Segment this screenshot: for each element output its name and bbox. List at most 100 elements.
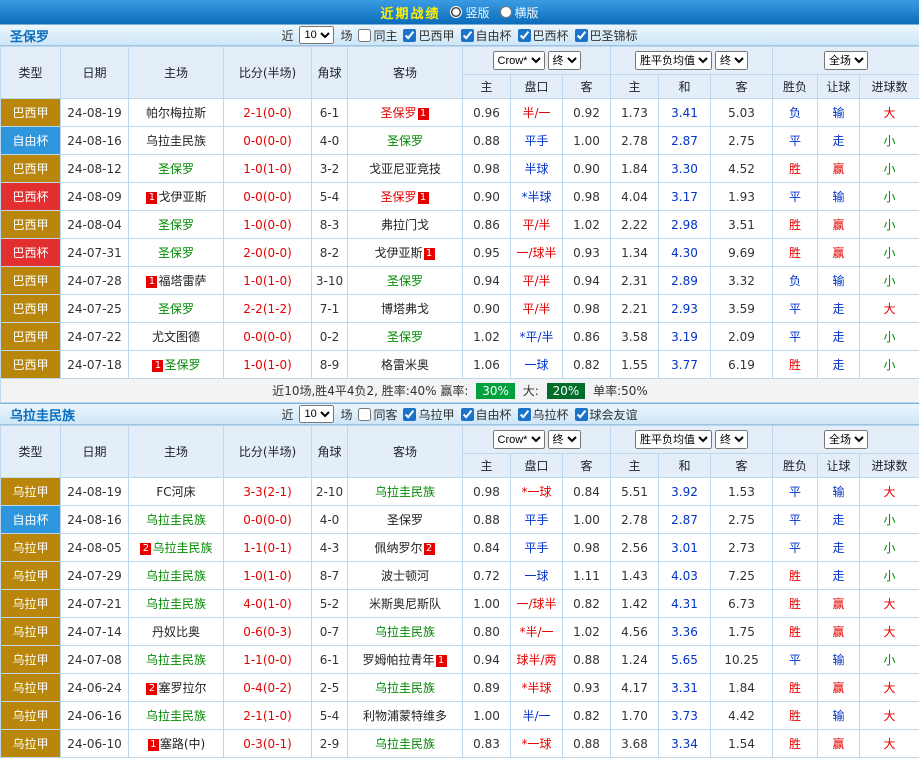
away-team-cell[interactable]: 圣保罗1 — [348, 183, 463, 211]
team-name[interactable]: 帕尔梅拉斯 — [146, 106, 206, 120]
avg-select[interactable]: 胜平负均值 — [635, 51, 712, 70]
final-select-1[interactable]: 终 — [548, 430, 581, 449]
team-name[interactable]: 圣保罗 — [387, 274, 423, 288]
comp-checkbox-2[interactable] — [461, 29, 474, 42]
team-name[interactable]: 米斯奥尼斯队 — [369, 597, 441, 611]
comp-checkbox-4[interactable] — [575, 29, 588, 42]
away-team-cell[interactable]: 博塔弗戈 — [348, 295, 463, 323]
away-team-cell[interactable]: 格雷米奥 — [348, 351, 463, 379]
away-team-cell[interactable]: 佩纳罗尔2 — [348, 534, 463, 562]
home-team-cell[interactable]: 尤文图德 — [129, 323, 224, 351]
comp-checkbox-1[interactable] — [403, 29, 416, 42]
home-team-cell[interactable]: 圣保罗 — [129, 239, 224, 267]
away-team-cell[interactable]: 乌拉圭民族 — [348, 730, 463, 758]
team-name[interactable]: 丹奴比奥 — [152, 625, 200, 639]
team-name[interactable]: 塞罗拉尔 — [158, 681, 206, 695]
score-cell[interactable]: 1-0(1-0) — [224, 351, 312, 379]
comp-filter-2[interactable]: 自由杯 — [461, 27, 512, 44]
avg-select[interactable]: 胜平负均值 — [635, 430, 712, 449]
team-name[interactable]: 圣保罗 — [387, 513, 423, 527]
team-name[interactable]: 福塔雷萨 — [158, 274, 206, 288]
comp-filter-1[interactable]: 乌拉甲 — [403, 406, 454, 423]
team-name[interactable]: 利物浦蒙特维多 — [363, 709, 447, 723]
home-team-cell[interactable]: 乌拉圭民族 — [129, 646, 224, 674]
final-select-2[interactable]: 终 — [715, 430, 748, 449]
scope-select[interactable]: 全场 — [824, 430, 868, 449]
home-team-cell[interactable]: 2乌拉圭民族 — [129, 534, 224, 562]
team-name[interactable]: 乌拉圭民族 — [146, 653, 206, 667]
away-team-cell[interactable]: 圣保罗 — [348, 127, 463, 155]
team-name[interactable]: 乌拉圭民族 — [146, 709, 206, 723]
same-venue-filter[interactable]: 同客 — [358, 406, 397, 423]
layout-option-vertical[interactable]: 竖版 — [450, 4, 489, 21]
score-cell[interactable]: 1-0(1-0) — [224, 267, 312, 295]
score-cell[interactable]: 1-1(0-1) — [224, 534, 312, 562]
team-name[interactable]: 乌拉圭民族 — [146, 569, 206, 583]
comp-filter-1[interactable]: 巴西甲 — [403, 27, 454, 44]
team-name[interactable]: 戈伊亚斯 — [374, 246, 422, 260]
same-venue-filter[interactable]: 同主 — [358, 27, 397, 44]
comp-filter-2[interactable]: 自由杯 — [461, 406, 512, 423]
score-cell[interactable]: 1-1(0-0) — [224, 646, 312, 674]
team-name[interactable]: 圣保罗 — [380, 106, 416, 120]
score-cell[interactable]: 4-0(1-0) — [224, 590, 312, 618]
team-name[interactable]: 圣保罗 — [158, 302, 194, 316]
home-team-cell[interactable]: 1圣保罗 — [129, 351, 224, 379]
score-cell[interactable]: 0-6(0-3) — [224, 618, 312, 646]
score-cell[interactable]: 0-0(0-0) — [224, 127, 312, 155]
odds-company-select[interactable]: Crow* — [493, 430, 545, 449]
team-name[interactable]: 乌拉圭民族 — [375, 681, 435, 695]
home-team-cell[interactable]: 1福塔雷萨 — [129, 267, 224, 295]
away-team-cell[interactable]: 波士顿河 — [348, 562, 463, 590]
home-team-cell[interactable]: 乌拉圭民族 — [129, 127, 224, 155]
layout-option-horizontal[interactable]: 横版 — [500, 4, 539, 21]
team-name[interactable]: 乌拉圭民族 — [375, 485, 435, 499]
same-venue-checkbox[interactable] — [358, 408, 371, 421]
team-name[interactable]: 乌拉圭民族 — [152, 541, 212, 555]
home-team-cell[interactable]: FC河床 — [129, 478, 224, 506]
team-name[interactable]: FC河床 — [156, 485, 195, 499]
team-name[interactable]: 圣保罗 — [387, 134, 423, 148]
comp-filter-3[interactable]: 乌拉杯 — [518, 406, 569, 423]
away-team-cell[interactable]: 弗拉门戈 — [348, 211, 463, 239]
comp-filter-4[interactable]: 球会友谊 — [575, 406, 638, 423]
home-team-cell[interactable]: 圣保罗 — [129, 211, 224, 239]
score-cell[interactable]: 0-0(0-0) — [224, 506, 312, 534]
away-team-cell[interactable]: 圣保罗 — [348, 323, 463, 351]
comp-filter-3[interactable]: 巴西杯 — [518, 27, 569, 44]
comp-filter-4[interactable]: 巴圣锦标 — [575, 27, 638, 44]
team-name[interactable]: 乌拉圭民族 — [146, 597, 206, 611]
team-name[interactable]: 圣保罗 — [164, 358, 200, 372]
team-name[interactable]: 格雷米奥 — [381, 358, 429, 372]
away-team-cell[interactable]: 戈伊亚斯1 — [348, 239, 463, 267]
team-name[interactable]: 弗拉门戈 — [381, 218, 429, 232]
comp-checkbox-4[interactable] — [575, 408, 588, 421]
score-cell[interactable]: 1-0(1-0) — [224, 562, 312, 590]
team-name[interactable]: 圣保罗 — [158, 218, 194, 232]
horizontal-radio[interactable] — [500, 6, 512, 18]
home-team-cell[interactable]: 1戈伊亚斯 — [129, 183, 224, 211]
home-team-cell[interactable]: 帕尔梅拉斯 — [129, 99, 224, 127]
team-name[interactable]: 尤文图德 — [152, 330, 200, 344]
home-team-cell[interactable]: 乌拉圭民族 — [129, 506, 224, 534]
vertical-radio[interactable] — [450, 6, 462, 18]
home-team-cell[interactable]: 2塞罗拉尔 — [129, 674, 224, 702]
score-cell[interactable]: 0-3(0-1) — [224, 730, 312, 758]
comp-checkbox-3[interactable] — [518, 29, 531, 42]
final-select-2[interactable]: 终 — [715, 51, 748, 70]
score-cell[interactable]: 3-3(2-1) — [224, 478, 312, 506]
away-team-cell[interactable]: 乌拉圭民族 — [348, 478, 463, 506]
home-team-cell[interactable]: 乌拉圭民族 — [129, 562, 224, 590]
team-name[interactable]: 圣保罗 — [380, 190, 416, 204]
score-cell[interactable]: 1-0(0-0) — [224, 211, 312, 239]
same-venue-checkbox[interactable] — [358, 29, 371, 42]
score-cell[interactable]: 1-0(1-0) — [224, 155, 312, 183]
score-cell[interactable]: 0-0(0-0) — [224, 183, 312, 211]
away-team-cell[interactable]: 罗姆帕拉青年1 — [348, 646, 463, 674]
final-select-1[interactable]: 终 — [548, 51, 581, 70]
score-cell[interactable]: 0-0(0-0) — [224, 323, 312, 351]
away-team-cell[interactable]: 乌拉圭民族 — [348, 674, 463, 702]
comp-checkbox-1[interactable] — [403, 408, 416, 421]
comp-checkbox-2[interactable] — [461, 408, 474, 421]
score-cell[interactable]: 2-0(0-0) — [224, 239, 312, 267]
